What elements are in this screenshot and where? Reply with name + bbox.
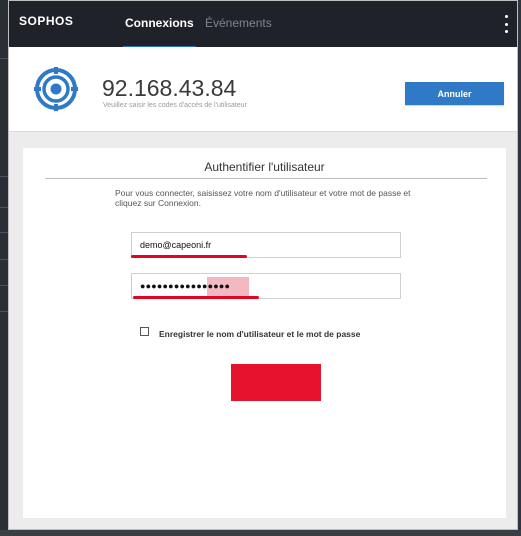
sophos-window: SOPHOS Connexions Événements 92.168.43.8… bbox=[8, 0, 518, 530]
password-mask: ●●●●●●●●●●●●●●●● bbox=[140, 281, 231, 291]
instructions-text: Pour vous connecter, saisissez votre nom… bbox=[115, 188, 411, 208]
remember-label[interactable]: Enregistrer le nom d'utilisateur et le m… bbox=[159, 329, 360, 339]
login-button-redacted[interactable] bbox=[231, 364, 321, 401]
panel-title: Authentifier l'utilisateur bbox=[204, 160, 325, 174]
remember-checkbox[interactable] bbox=[140, 327, 149, 336]
sophos-logo: SOPHOS bbox=[19, 14, 74, 28]
username-value: demo@capeoni.fr bbox=[140, 240, 212, 250]
target-icon bbox=[34, 67, 78, 111]
auth-panel: Authentifier l'utilisateur Pour vous con… bbox=[23, 148, 506, 518]
title-divider bbox=[45, 178, 487, 179]
red-annotation-underline bbox=[133, 296, 259, 299]
red-annotation-underline bbox=[131, 255, 247, 258]
host-subtitle: Veuillez saisir les codes d'accès de l'u… bbox=[103, 102, 247, 109]
cancel-button[interactable]: Annuler bbox=[405, 82, 504, 105]
kebab-menu-icon[interactable] bbox=[504, 15, 508, 33]
background-strip bbox=[0, 530, 521, 536]
tab-connexions[interactable]: Connexions bbox=[123, 16, 196, 47]
connection-header: 92.168.43.84 Veuillez saisir les codes d… bbox=[9, 47, 517, 132]
host-ip: 92.168.43.84 bbox=[102, 75, 237, 101]
top-bar: SOPHOS Connexions Événements bbox=[9, 1, 517, 47]
tab-evenements[interactable]: Événements bbox=[205, 16, 272, 30]
